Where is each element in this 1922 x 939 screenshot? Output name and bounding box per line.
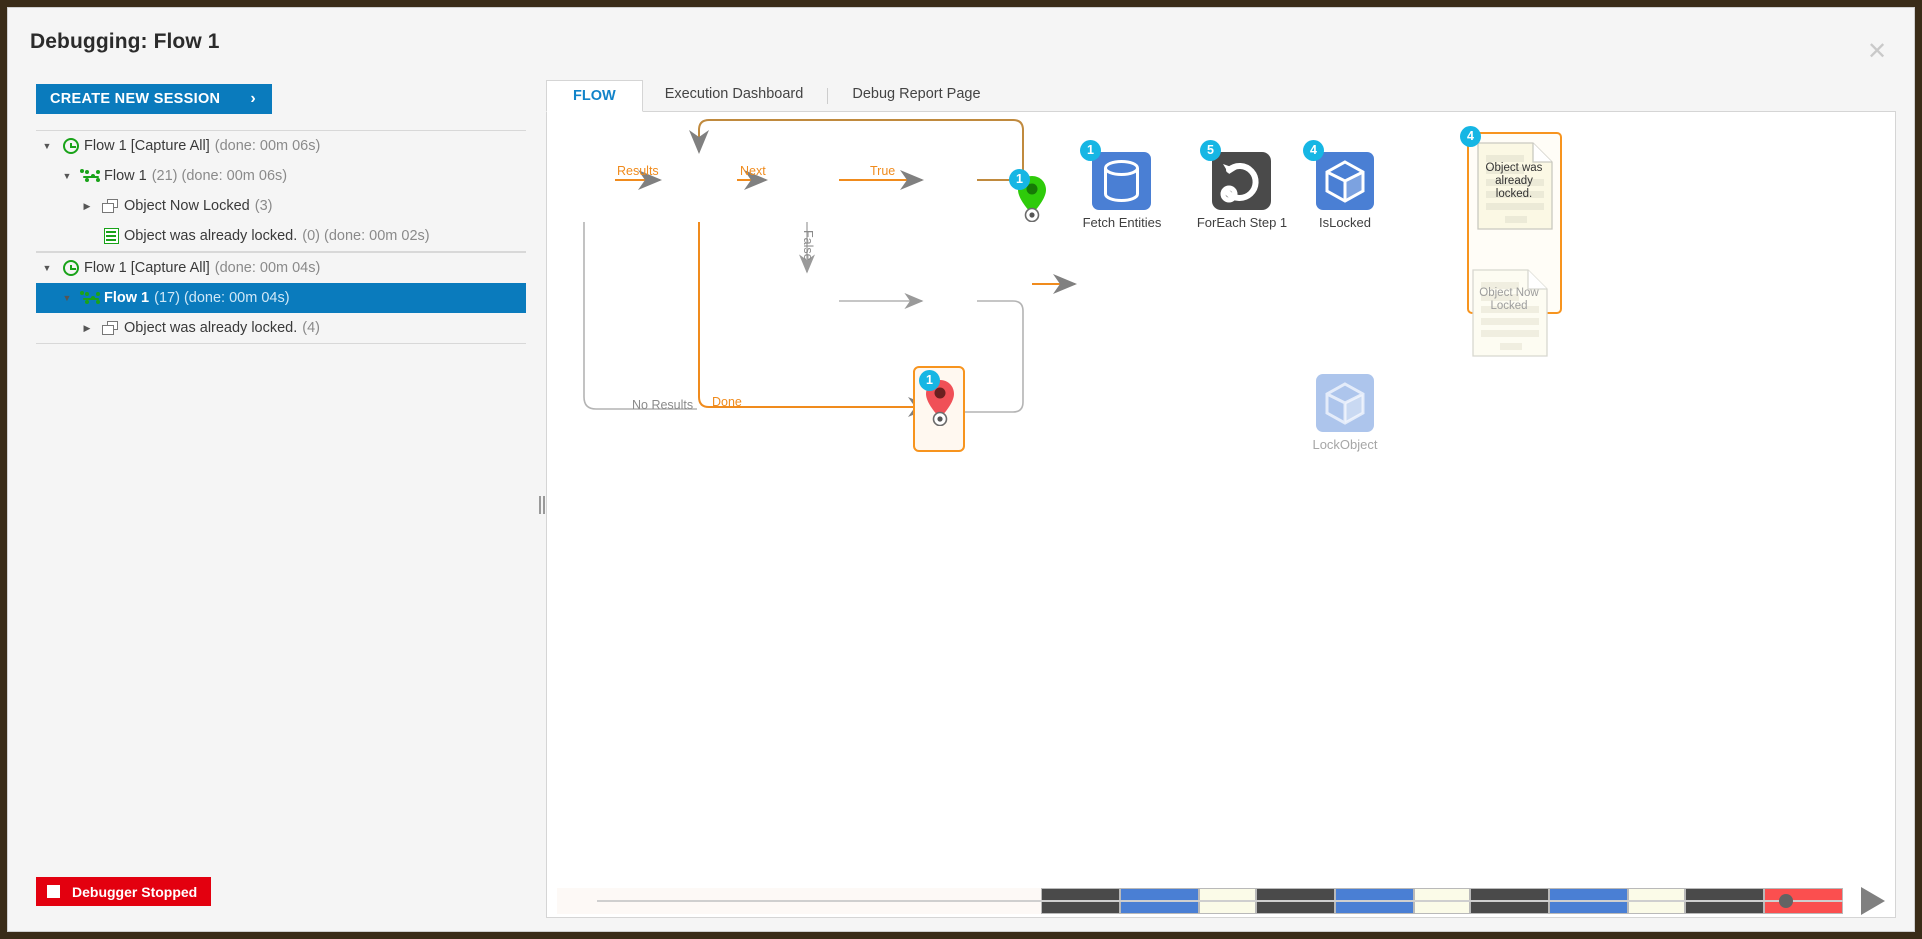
node-islocked[interactable]	[1316, 152, 1374, 210]
timeline-bar	[546, 882, 1896, 918]
debugger-status-label: Debugger Stopped	[72, 883, 198, 900]
chevron-right-icon[interactable]	[76, 324, 98, 333]
loop-icon	[1220, 163, 1259, 203]
chevron-down-icon[interactable]	[36, 264, 58, 273]
edge-label-true: True	[870, 164, 896, 178]
stack-icon	[98, 198, 124, 214]
tab-debug-report-page[interactable]: Debug Report Page	[830, 79, 1002, 111]
tree-row[interactable]: Flow 1(21) (done: 00m 06s)	[36, 161, 526, 191]
grid-icon	[98, 228, 124, 244]
splitter-grip-icon	[539, 496, 545, 514]
node-fetch-entities[interactable]	[1092, 152, 1151, 210]
badge-islocked: 4	[1303, 140, 1324, 161]
tab-bar: FLOW Execution Dashboard Debug Report Page	[546, 80, 1896, 112]
debugger-window: Debugging: Flow 1 ✕ CREATE NEW SESSION ›…	[7, 7, 1915, 932]
tree-row-meta: (21) (done: 00m 06s)	[151, 168, 288, 184]
database-icon	[1104, 160, 1139, 202]
clock-icon	[58, 138, 84, 154]
timeline-track[interactable]	[557, 888, 1843, 914]
tree-row-meta: (3)	[254, 198, 273, 214]
tree-row[interactable]: Object was already locked.(4)	[36, 313, 526, 343]
node-foreach-step-1[interactable]	[1212, 152, 1271, 210]
tree-row-meta: (done: 00m 06s)	[214, 138, 321, 154]
tree-row[interactable]: Flow 1 [Capture All](done: 00m 06s)	[36, 131, 526, 161]
tree-row[interactable]: Object was already locked. (0) (done: 00m…	[36, 221, 526, 251]
tree-row-label: Object was already locked.	[124, 320, 298, 336]
node-label-foreach-step-1: ForEach Step 1	[1196, 215, 1288, 230]
tree-row-label: Flow 1	[104, 168, 147, 184]
chevron-down-icon[interactable]	[56, 172, 78, 181]
badge-end: 1	[919, 370, 940, 391]
badge-card-already-locked: 4	[1460, 126, 1481, 147]
tree-row-meta: (17) (done: 00m 04s)	[154, 290, 290, 306]
tree-row-meta: (done: 00m 04s)	[214, 260, 321, 276]
cube-icon-dim	[1325, 382, 1365, 425]
edge-label-false: False	[801, 230, 815, 261]
tree-row-label: Flow 1	[104, 290, 150, 306]
edge-label-results: Results	[617, 164, 659, 178]
tab-execution-dashboard[interactable]: Execution Dashboard	[643, 79, 826, 111]
timeline-thumb[interactable]	[1778, 894, 1793, 908]
tree-row-label: Object Now Locked	[124, 198, 250, 214]
create-new-session-label: CREATE NEW SESSION	[50, 91, 221, 107]
edge-label-no-results: No Results	[632, 398, 694, 412]
timeline-line	[597, 900, 1843, 902]
flow-panel: FLOW Execution Dashboard Debug Report Page	[546, 80, 1896, 918]
flow-icon	[78, 291, 104, 305]
node-label-fetch-entities: Fetch Entities	[1082, 215, 1162, 230]
flow-icon	[78, 169, 104, 183]
tree-row[interactable]: Object Now Locked(3)	[36, 191, 526, 221]
stop-square-icon	[47, 885, 60, 898]
chevron-right-icon: ›	[250, 90, 256, 107]
session-sidebar: CREATE NEW SESSION › Flow 1 [Capture All…	[8, 64, 541, 931]
badge-start: 1	[1009, 169, 1030, 190]
tab-divider	[827, 87, 829, 104]
tree-row-meta: (0) (done: 00m 02s)	[302, 228, 430, 244]
tree-separator	[36, 343, 526, 344]
tab-flow[interactable]: FLOW	[546, 80, 643, 112]
tree-row[interactable]: Flow 1 [Capture All](done: 00m 04s)	[36, 253, 526, 283]
panel-splitter[interactable]	[538, 64, 546, 931]
node-label-lockobject: LockObject	[1312, 437, 1378, 452]
stack-icon	[98, 320, 124, 336]
chevron-down-icon[interactable]	[56, 294, 78, 303]
chevron-right-icon[interactable]	[76, 202, 98, 211]
close-icon[interactable]: ✕	[1864, 40, 1890, 66]
document-icon-dim[interactable]	[1472, 269, 1548, 357]
chevron-down-icon[interactable]	[36, 142, 58, 151]
session-tree: Flow 1 [Capture All](done: 00m 06s)Flow …	[36, 130, 526, 344]
badge-fetch-entities: 1	[1080, 140, 1101, 161]
node-lockobject[interactable]	[1316, 374, 1374, 432]
page-title: Debugging: Flow 1	[30, 30, 220, 53]
tree-row-label: Object was already locked.	[124, 228, 298, 244]
edge-label-next: Next	[740, 164, 766, 178]
edge-label-done: Done	[712, 395, 742, 409]
tree-row-meta: (4)	[302, 320, 321, 336]
tree-row[interactable]: Flow 1(17) (done: 00m 04s)	[36, 283, 526, 313]
cube-icon	[1325, 160, 1365, 203]
card-label-object-now-locked: Object Now Locked	[1479, 287, 1539, 312]
node-label-islocked: IsLocked	[1318, 215, 1372, 230]
create-new-session-button[interactable]: CREATE NEW SESSION ›	[36, 84, 272, 114]
clock-icon	[58, 260, 84, 276]
flow-canvas[interactable]: 1 1 Fetch Entities 5 ForEach Step 1 4 Is…	[546, 112, 1896, 882]
play-button[interactable]	[1861, 887, 1885, 915]
tree-row-label: Flow 1 [Capture All]	[84, 260, 210, 276]
badge-foreach-step-1: 5	[1200, 140, 1221, 161]
card-label-already-locked: Object was already locked.	[1485, 162, 1543, 200]
tree-row-label: Flow 1 [Capture All]	[84, 138, 210, 154]
debugger-status-button[interactable]: Debugger Stopped	[36, 877, 212, 906]
